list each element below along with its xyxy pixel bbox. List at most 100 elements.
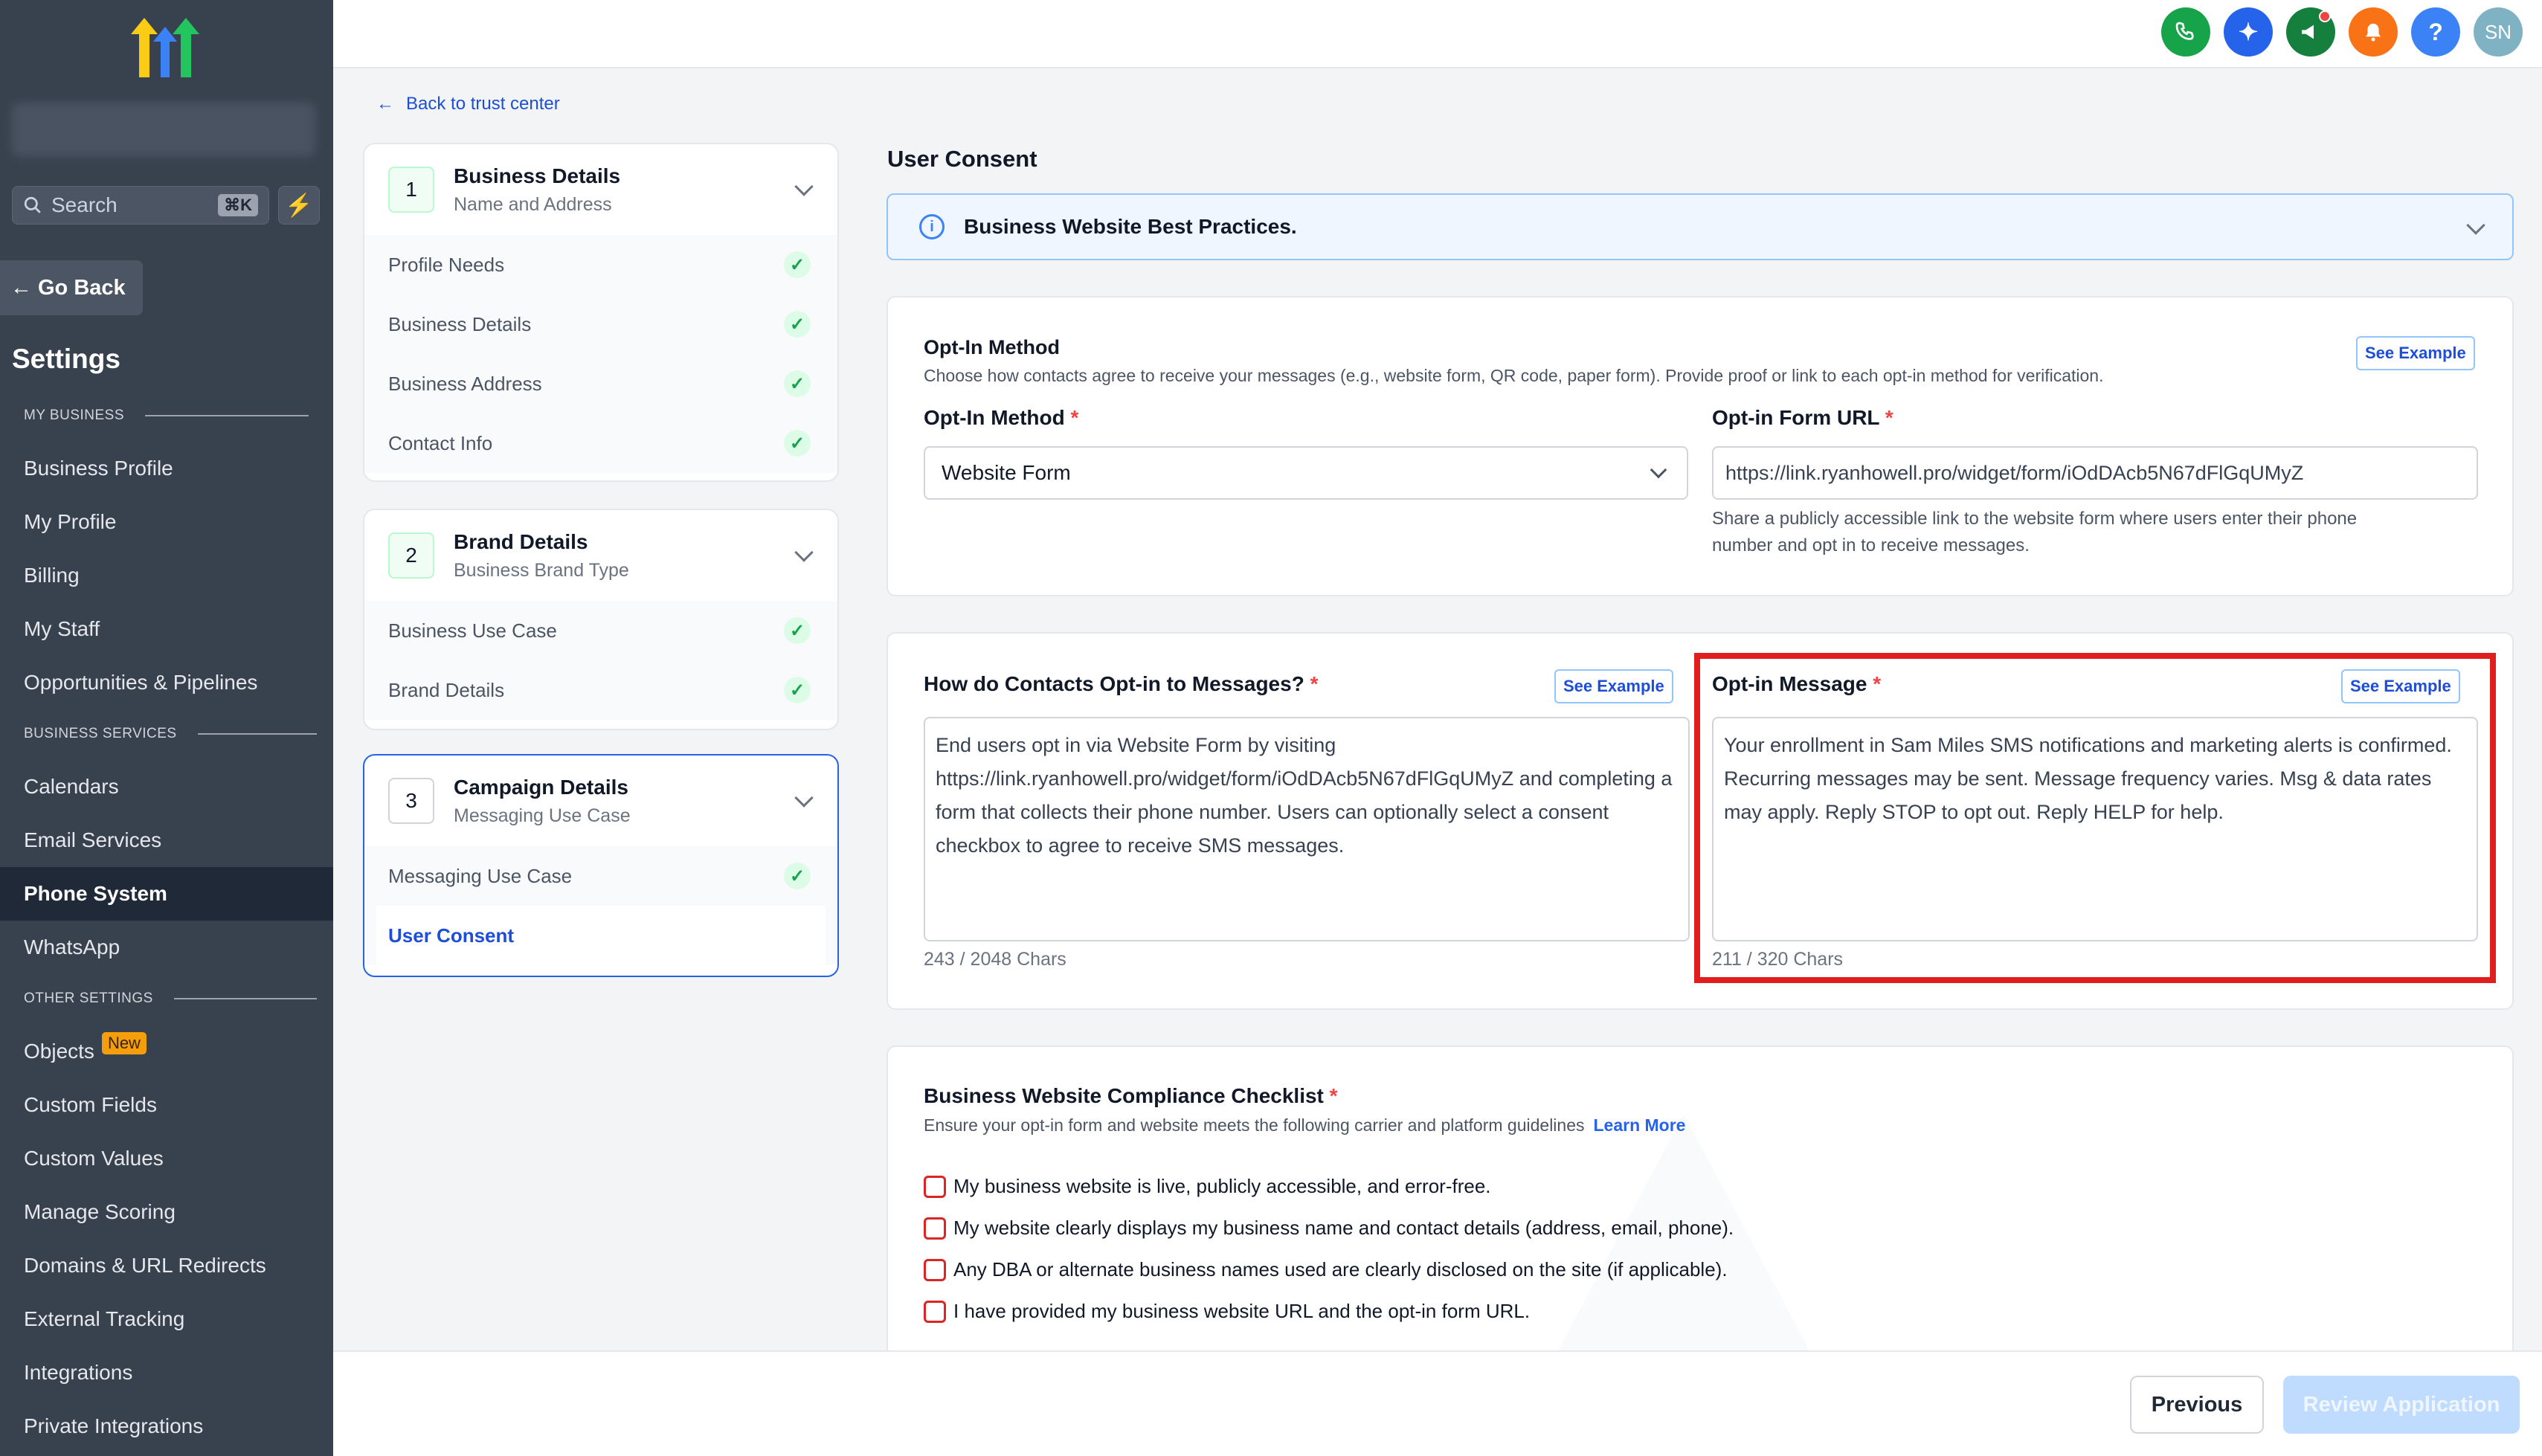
back-to-trust-center-link[interactable]: ← Back to trust center — [376, 94, 560, 115]
search-shortcut: ⌘K — [218, 194, 258, 216]
substep-business-details[interactable]: Business Details ✓ — [376, 294, 826, 354]
substep-profile-needs[interactable]: Profile Needs ✓ — [376, 235, 826, 294]
settings-title: Settings — [12, 344, 120, 374]
quick-action-bolt-icon[interactable]: ⚡ — [278, 186, 320, 225]
step-card-brand-details: 2 Brand Details Business Brand Type Busi… — [363, 509, 839, 730]
see-example-button[interactable]: See Example — [1554, 669, 1673, 703]
sidebar-item-email-services[interactable]: Email Services — [0, 814, 333, 867]
checkbox[interactable] — [924, 1258, 946, 1281]
step-title: Brand Details — [454, 529, 588, 553]
substep-brand-details[interactable]: Brand Details ✓ — [376, 660, 826, 720]
check-icon: ✓ — [784, 863, 811, 889]
sidebar-item-phone-system[interactable]: Phone System — [0, 867, 333, 921]
how-optin-textarea[interactable]: End users opt in via Website Form by vis… — [924, 717, 1690, 941]
chevron-down-icon[interactable] — [794, 543, 814, 562]
see-example-button[interactable]: See Example — [2356, 336, 2475, 370]
sidebar-item-calendars[interactable]: Calendars — [0, 760, 333, 814]
checkbox[interactable] — [924, 1217, 946, 1240]
search-input[interactable]: Search ⌘K — [12, 186, 269, 225]
previous-button[interactable]: Previous — [2130, 1376, 2264, 1434]
new-badge: New — [101, 1032, 147, 1054]
check-icon: ✓ — [784, 251, 811, 278]
optin-url-help: number and opt in to receive messages. — [1712, 535, 2030, 555]
go-back-button[interactable]: ← Go Back — [0, 260, 143, 315]
notification-dot — [2319, 10, 2331, 22]
check-icon: ✓ — [784, 430, 811, 457]
sidebar-item-external-tracking[interactable]: External Tracking — [0, 1292, 333, 1346]
sidebar-item-integrations[interactable]: Integrations — [0, 1346, 333, 1399]
step-title: Business Details — [454, 164, 621, 187]
optin-method-select[interactable]: Website Form — [924, 446, 1688, 500]
optin-method-label: Opt-In Method * — [924, 406, 1079, 429]
sidebar-item-my-profile[interactable]: My Profile — [0, 495, 333, 549]
sidebar-item-objects[interactable]: Objects New — [0, 1025, 333, 1078]
app-logo[interactable] — [128, 16, 202, 79]
step-header[interactable]: 1 Business Details Name and Address — [364, 144, 837, 235]
optin-card-description: Choose how contacts agree to receive you… — [924, 366, 2104, 385]
sidebar-item-manage-scoring[interactable]: Manage Scoring — [0, 1185, 333, 1239]
avatar[interactable]: SN — [2474, 7, 2523, 57]
check-icon: ✓ — [784, 370, 811, 397]
chevron-down-icon[interactable] — [794, 177, 814, 196]
sidebar-item-my-staff[interactable]: My Staff — [0, 602, 333, 656]
section-my-business: MY BUSINESS — [24, 408, 309, 424]
chevron-down-icon[interactable] — [2466, 216, 2485, 235]
chevron-down-icon[interactable] — [794, 788, 814, 808]
megaphone-icon[interactable] — [2286, 7, 2335, 57]
phone-icon[interactable] — [2161, 7, 2210, 57]
review-application-button[interactable]: Review Application — [2283, 1376, 2520, 1434]
arrow-left-icon: ← — [376, 94, 394, 114]
accordion-title: Business Website Best Practices. — [964, 215, 1297, 238]
substep-business-use-case[interactable]: Business Use Case ✓ — [376, 601, 826, 660]
checklist-item[interactable]: I have provided my business website URL … — [924, 1300, 1530, 1323]
substep-user-consent[interactable]: User Consent — [376, 906, 826, 965]
help-icon[interactable]: ? — [2411, 7, 2460, 57]
checklist-item[interactable]: My business website is live, publicly ac… — [924, 1175, 1491, 1198]
arrow-left-icon: ← — [10, 275, 32, 300]
sidebar-item-whatsapp[interactable]: WhatsApp — [0, 921, 333, 974]
sidebar-item-label: Objects — [24, 1040, 94, 1063]
optin-url-input[interactable]: https://link.ryanhowell.pro/widget/form/… — [1712, 446, 2478, 500]
step-subtitle: Messaging Use Case — [454, 805, 631, 826]
check-icon: ✓ — [784, 677, 811, 703]
learn-more-link[interactable]: Learn More — [1594, 1115, 1686, 1135]
ai-sparkle-icon[interactable]: ✦ — [2224, 7, 2273, 57]
optin-url-help: Share a publicly accessible link to the … — [1712, 509, 2358, 529]
checklist-item[interactable]: Any DBA or alternate business names used… — [924, 1258, 1728, 1281]
sidebar-item-business-profile[interactable]: Business Profile — [0, 442, 333, 495]
checklist-title: Business Website Compliance Checklist * — [924, 1084, 1338, 1107]
check-icon: ✓ — [784, 311, 811, 338]
sidebar-item-billing[interactable]: Billing — [0, 549, 333, 602]
account-switcher[interactable] — [12, 103, 315, 156]
search-placeholder: Search — [51, 193, 118, 216]
how-optin-char-count: 243 / 2048 Chars — [924, 949, 1066, 970]
highlight-box — [1694, 653, 2496, 983]
sidebar-item-private-integrations[interactable]: Private Integrations — [0, 1399, 333, 1453]
search-icon — [24, 196, 41, 213]
checkbox[interactable] — [924, 1300, 946, 1323]
step-card-business-details: 1 Business Details Name and Address Prof… — [363, 143, 839, 482]
substep-contact-info[interactable]: Contact Info ✓ — [376, 413, 826, 473]
bell-icon[interactable] — [2349, 7, 2398, 57]
sidebar-item-custom-fields[interactable]: Custom Fields — [0, 1078, 333, 1132]
step-number: 1 — [388, 167, 434, 213]
step-number: 2 — [388, 532, 434, 579]
sidebar-item-custom-values[interactable]: Custom Values — [0, 1132, 333, 1185]
sidebar-item-opportunities[interactable]: Opportunities & Pipelines — [0, 656, 333, 709]
info-icon: i — [919, 214, 945, 239]
best-practices-accordion[interactable]: i Business Website Best Practices. — [887, 193, 2514, 260]
check-icon: ✓ — [784, 617, 811, 644]
checklist-item[interactable]: My website clearly displays my business … — [924, 1217, 1734, 1240]
substep-messaging-use-case[interactable]: Messaging Use Case ✓ — [376, 846, 826, 906]
step-header[interactable]: 3 Campaign Details Messaging Use Case — [364, 756, 837, 846]
section-other-settings: OTHER SETTINGS — [24, 990, 317, 1007]
top-bar: ✦ ? SN — [333, 0, 2542, 68]
substep-business-address[interactable]: Business Address ✓ — [376, 354, 826, 413]
section-business-services: BUSINESS SERVICES — [24, 726, 317, 742]
checkbox[interactable] — [924, 1175, 946, 1198]
optin-method-card: Opt-In Method Choose how contacts agree … — [887, 296, 2514, 596]
sidebar-item-domains[interactable]: Domains & URL Redirects — [0, 1239, 333, 1292]
step-header[interactable]: 2 Brand Details Business Brand Type — [364, 510, 837, 601]
how-optin-label: How do Contacts Opt-in to Messages? * — [924, 672, 1319, 695]
step-subtitle: Business Brand Type — [454, 559, 629, 581]
